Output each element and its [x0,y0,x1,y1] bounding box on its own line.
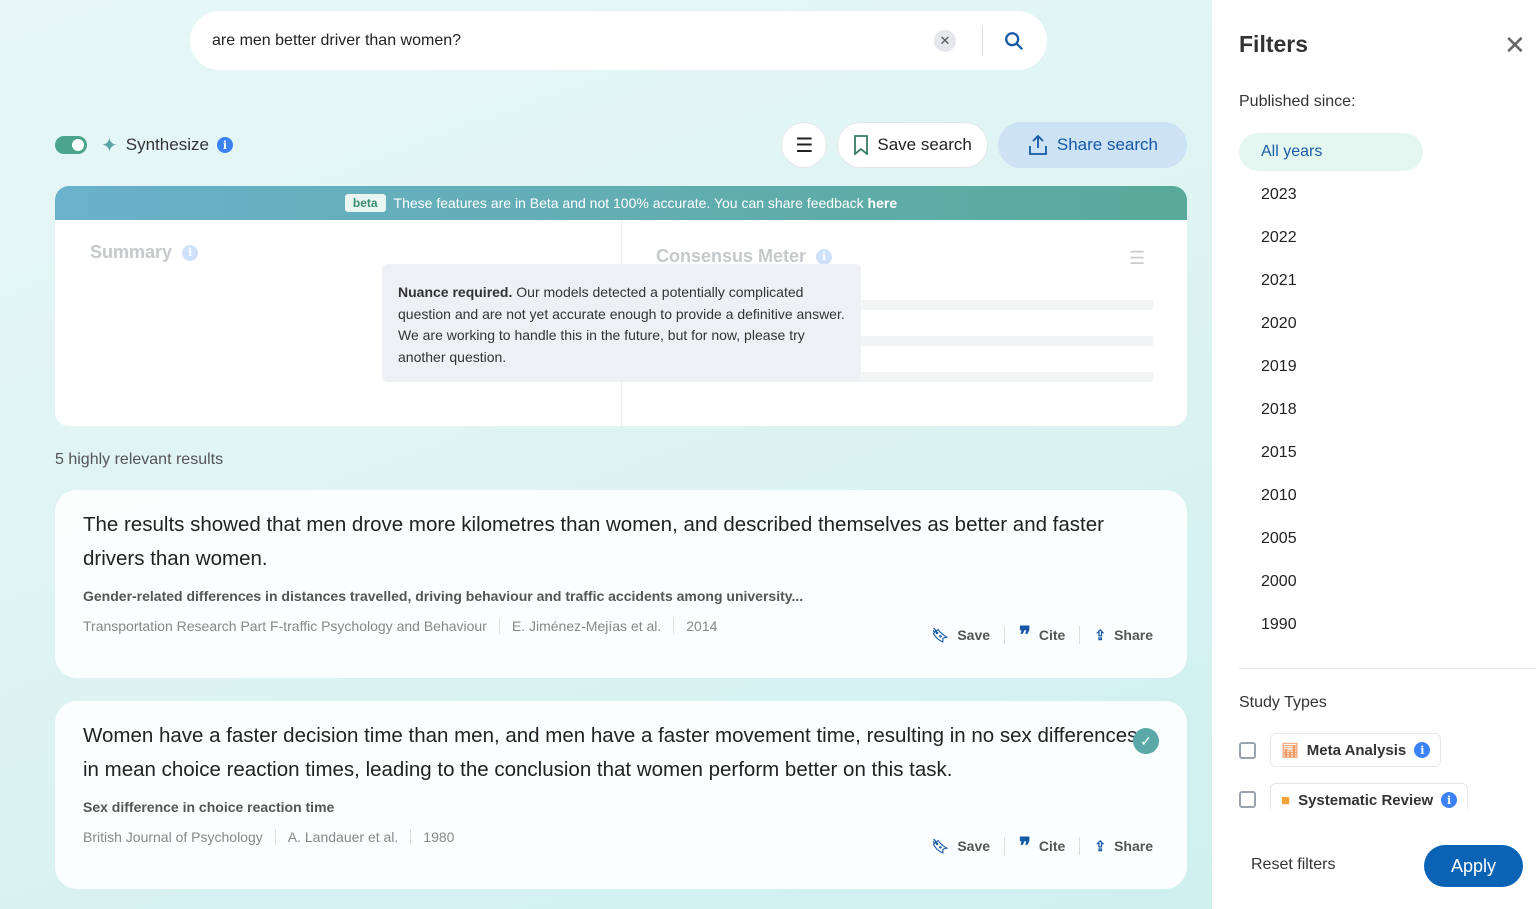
paper-title[interactable]: Sex difference in choice reaction time [83,799,1159,815]
meta-analysis-checkbox[interactable] [1239,741,1256,759]
systematic-review-chip[interactable]: ■ Systematic Review i [1270,783,1469,809]
save-button[interactable]: 🔖︎ Save [932,838,990,855]
authors: A. Landauer et al. [287,829,399,845]
filter-icon: ☰ [795,134,814,157]
clear-icon[interactable]: ✕ [934,29,956,52]
share-search-button[interactable]: Share search [997,122,1187,168]
summary-title: Summary [90,242,173,262]
divider [1239,668,1536,669]
search-icon[interactable] [1003,30,1025,52]
result-claim[interactable]: The results showed that men drove more k… [83,490,1143,576]
close-icon[interactable]: ✕ [1504,30,1526,61]
journal: British Journal of Psychology [83,829,263,845]
filter-button[interactable]: ☰ [781,122,828,168]
beta-banner: beta These features are in Beta and not … [55,186,1187,220]
year-option[interactable]: 2015 [1239,434,1423,472]
year-option[interactable]: 2018 [1239,391,1423,429]
save-search-button[interactable]: Save search [837,122,988,168]
info-icon[interactable]: i [216,137,233,153]
nuance-tooltip: Nuance required. Our models detected a p… [382,264,861,382]
checkmark-icon: ✓ [1133,728,1159,754]
search-bar[interactable]: are men better driver than women? ✕ [190,11,1047,70]
year-option[interactable]: 2022 [1239,219,1423,257]
info-icon[interactable]: i [182,244,199,261]
apply-button[interactable]: Apply [1424,845,1523,887]
result-card[interactable]: ✓ Women have a faster decision time than… [55,701,1187,889]
main-area: are men better driver than women? ✕ ✦ Sy… [0,0,1212,909]
bookmark-icon [854,135,869,155]
study-types-label: Study Types [1239,694,1327,711]
filter-icon[interactable]: ☰ [1129,248,1145,269]
share-icon [1028,134,1047,155]
paper-title[interactable]: Gender-related differences in distances … [83,588,1159,604]
chart-icon: 📊︎ [1281,741,1299,758]
journal: Transportation Research Part F-traffic P… [83,618,487,634]
result-claim[interactable]: Women have a faster decision time than m… [83,701,1143,787]
year-option[interactable]: 2020 [1239,305,1423,343]
beta-badge: beta [344,194,386,212]
systematic-review-checkbox[interactable] [1239,791,1256,808]
feedback-link[interactable]: here [868,195,898,211]
share-button[interactable]: ⇪ Share [1094,627,1153,644]
year-option[interactable]: All years [1239,133,1423,171]
year-list: All years 2023 2022 2021 2020 2019 2018 … [1239,133,1423,649]
filters-sidebar: Filters ✕ Published since: All years 202… [1212,0,1536,909]
share-search-label: Share search [1056,135,1158,154]
published-since-label: Published since: [1239,93,1356,110]
year: 1980 [423,829,455,845]
year-option[interactable]: 2000 [1239,563,1423,601]
divider [982,25,983,56]
cite-button[interactable]: ❞ Cite [1019,622,1065,648]
quote-icon: ❞ [1019,833,1031,858]
save-search-label: Save search [877,135,972,154]
search-input[interactable]: are men better driver than women? [212,32,934,50]
reset-filters-button[interactable]: Reset filters [1251,856,1335,874]
year-option[interactable]: 2021 [1239,262,1423,300]
tooltip-bold: Nuance required. [398,284,513,300]
authors: E. Jiménez-Mejías et al. [511,618,662,634]
year: 2014 [686,618,718,634]
folder-icon: ■ [1281,791,1291,809]
year-option[interactable]: 2019 [1239,348,1423,386]
bookmark-icon: 🔖︎ [931,837,950,854]
beta-text: These features are in Beta and not 100% … [393,195,868,211]
year-option[interactable]: 1990 [1239,606,1423,644]
share-icon: ⇪ [1094,626,1107,643]
year-option[interactable]: 2023 [1239,176,1423,214]
meta-analysis-chip[interactable]: 📊︎ Meta Analysis i [1270,733,1442,767]
info-icon[interactable]: i [1441,792,1458,808]
share-icon: ⇪ [1094,837,1107,854]
toolbar: ✦ Synthesize i ☰ Save search Share searc… [55,122,1187,168]
year-option[interactable]: 2010 [1239,477,1423,515]
synthesize-toggle[interactable] [55,136,87,154]
share-button[interactable]: ⇪ Share [1094,838,1153,855]
synthesize-label: Synthesize [125,135,209,154]
sparkle-icon: ✦ [101,134,118,157]
result-card[interactable]: The results showed that men drove more k… [55,490,1187,678]
results-count: 5 highly relevant results [55,451,224,468]
filters-title: Filters [1239,31,1309,57]
quote-icon: ❞ [1019,622,1031,647]
save-button[interactable]: 🔖︎ Save [932,627,990,644]
year-option[interactable]: 2005 [1239,520,1423,558]
bookmark-icon: 🔖︎ [931,626,950,643]
info-icon[interactable]: i [1414,742,1431,758]
cite-button[interactable]: ❞ Cite [1019,833,1065,859]
info-icon[interactable]: i [816,248,833,265]
